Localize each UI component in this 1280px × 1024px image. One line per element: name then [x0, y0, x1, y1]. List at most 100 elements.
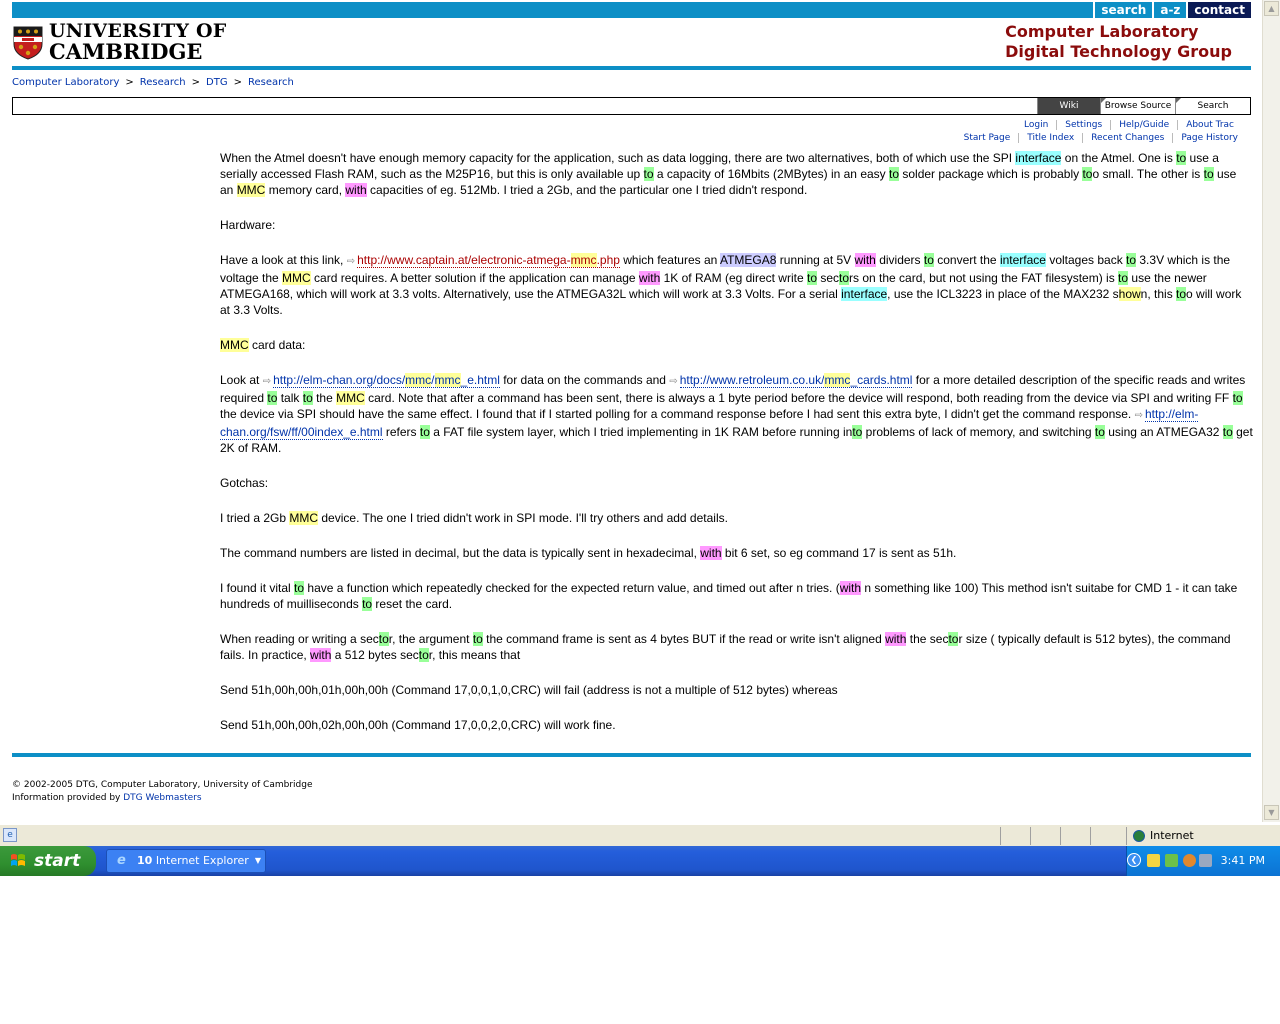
tab-corner-icon [1101, 98, 1106, 103]
paragraph-command-numbers: The command numbers are listed in decima… [220, 545, 1253, 561]
help-guide-link[interactable]: Help/Guide [1110, 120, 1177, 130]
highlight-term: mmc [405, 373, 432, 387]
highlight-term: interface [1015, 151, 1062, 165]
highlight-term: to [267, 391, 278, 405]
tab-corner-icon [1176, 98, 1181, 103]
text: memory card, [265, 183, 346, 197]
tray-security-icon[interactable] [1183, 854, 1196, 867]
highlight-term: to [839, 271, 850, 285]
highlight-term: to [948, 632, 959, 646]
retroleum-link[interactable]: http://www.retroleum.co.uk/mmc_cards.htm… [679, 373, 913, 388]
search-link[interactable]: search [1093, 2, 1152, 18]
settings-link[interactable]: Settings [1056, 120, 1110, 130]
text: r, the argument [388, 632, 473, 646]
paragraph-timeout: I found it vital to have a function whic… [220, 580, 1253, 612]
link-text: http://www.retroleum.co.uk/ [679, 373, 825, 387]
highlight-term: mmc [824, 373, 851, 387]
copyright-text: © 2002-2005 DTG, Computer Laboratory, Un… [12, 780, 313, 790]
breadcrumb-research-sub[interactable]: Research [248, 77, 294, 88]
text: talk [277, 391, 303, 405]
highlight-term: to [923, 253, 934, 267]
a-z-link[interactable]: a-z [1152, 2, 1186, 18]
external-link-icon: ⇨ [262, 376, 272, 387]
title-index-link[interactable]: Title Index [1018, 133, 1082, 143]
elm-chan-mmc-link[interactable]: http://elm-chan.org/docs/mmc/mmc_e.html [273, 373, 500, 388]
paragraph-alternatives: When the Atmel doesn't have enough memor… [220, 150, 1253, 198]
highlight-term: to [1203, 167, 1214, 181]
text: capacities of eg. 512Mb. I tried a 2Gb, … [366, 183, 808, 197]
breadcrumb-computer-laboratory[interactable]: Computer Laboratory [12, 77, 119, 88]
top-banner: search a-z contact [12, 2, 1251, 18]
windows-taskbar: start e 10 Internet Explorer ▼ ❮ 3:41 PM [0, 846, 1280, 876]
status-divider [1000, 827, 1001, 845]
tab-browse-source[interactable]: Browse Source [1100, 98, 1175, 114]
taskbar-clock[interactable]: 3:41 PM [1221, 846, 1265, 876]
page-history-link[interactable]: Page History [1172, 133, 1246, 143]
university-crest-icon[interactable] [13, 26, 43, 60]
text: on the Atmel. One is [1061, 151, 1177, 165]
highlight-term: how [1118, 287, 1141, 301]
highlight-term: to [889, 167, 900, 181]
browser-status-bar: e Internet [0, 824, 1280, 846]
text: bit 6 set, so eg command 17 is sent as 5… [721, 546, 957, 560]
text: have a function which repeatedly checked… [304, 581, 840, 595]
link-text: _e.html [460, 373, 500, 387]
text: card data: [248, 338, 306, 352]
webmasters-link[interactable]: DTG Webmasters [123, 793, 201, 803]
security-zone: Internet [1126, 827, 1278, 845]
breadcrumb-research[interactable]: Research [140, 77, 186, 88]
text: 1K of RAM (eg direct write [660, 271, 807, 285]
about-trac-link[interactable]: About Trac [1177, 120, 1242, 130]
vertical-scrollbar[interactable]: ▲ ▼ [1262, 0, 1280, 822]
text: voltages back [1045, 253, 1127, 267]
text: using an ATMEGA32 [1104, 425, 1223, 439]
highlight-term: interface [999, 253, 1046, 267]
highlight-term: to [418, 648, 429, 662]
text: running at 5V [776, 253, 855, 267]
highlight-term: MMC [289, 511, 319, 525]
text: a 512 bytes sec [331, 648, 419, 662]
text: the device via SPI should have the same … [220, 407, 1135, 421]
text: device. The one I tried didn't work in S… [318, 511, 728, 525]
paragraph-mmc: Look at ⇨ http://elm-chan.org/docs/mmc/mm… [220, 372, 1253, 456]
highlight-term: to [1126, 253, 1137, 267]
heading-hardware: Hardware: [220, 218, 276, 232]
university-name-line2[interactable]: CAMBRIDGE [49, 41, 202, 62]
recent-changes-link[interactable]: Recent Changes [1082, 133, 1172, 143]
text: Look at [220, 373, 263, 387]
wiki-content: When the Atmel doesn't have enough memor… [220, 150, 1253, 752]
internet-explorer-icon: e [117, 853, 126, 868]
highlight-term: to [419, 425, 430, 439]
contact-link[interactable]: contact [1186, 2, 1251, 18]
breadcrumb-dtg[interactable]: DTG [206, 77, 228, 88]
taskbar-ie-group[interactable]: e 10 Internet Explorer ▼ [106, 849, 266, 873]
highlight-term: mmc [434, 373, 461, 387]
start-button[interactable]: start [0, 846, 96, 876]
scroll-up-arrow-icon[interactable]: ▲ [1264, 1, 1279, 16]
highlight-term: with [700, 546, 722, 560]
text: card requires. A better solution if the … [310, 271, 639, 285]
paragraph-send-fail: Send 51h,00h,00h,01h,00h,00h (Command 17… [220, 683, 838, 697]
page-status-icon: e [3, 828, 17, 842]
captain-link[interactable]: http://www.captain.at/electronic-atmega-… [357, 253, 620, 268]
tab-wiki[interactable]: Wiki [1037, 98, 1100, 114]
tray-display-icon[interactable] [1199, 854, 1212, 867]
group-title-line2[interactable]: Digital Technology Group [1005, 42, 1232, 62]
link-text: .php [596, 253, 620, 267]
show-hidden-icons-chevron-icon[interactable]: ❮ [1127, 853, 1141, 867]
tray-network-icon[interactable] [1165, 854, 1178, 867]
text: r, this means that [428, 648, 521, 662]
paragraph-send-fine: Send 51h,00h,00h,02h,00h,00h (Command 17… [220, 718, 616, 732]
tab-browse-source-label: Browse Source [1104, 101, 1172, 111]
paragraph-2gb: I tried a 2Gb MMC device. The one I trie… [220, 510, 1253, 526]
text: I tried a 2Gb [220, 511, 290, 525]
group-title-line1[interactable]: Computer Laboratory [1005, 22, 1232, 42]
tray-app-icon[interactable] [1147, 854, 1160, 867]
text: The command numbers are listed in decima… [220, 546, 701, 560]
login-link[interactable]: Login [1016, 120, 1056, 130]
scroll-down-arrow-icon[interactable]: ▼ [1264, 805, 1279, 820]
tab-search[interactable]: Search [1175, 98, 1250, 114]
highlight-term: to [643, 167, 654, 181]
status-divider [1030, 827, 1031, 845]
start-page-link[interactable]: Start Page [956, 133, 1019, 143]
